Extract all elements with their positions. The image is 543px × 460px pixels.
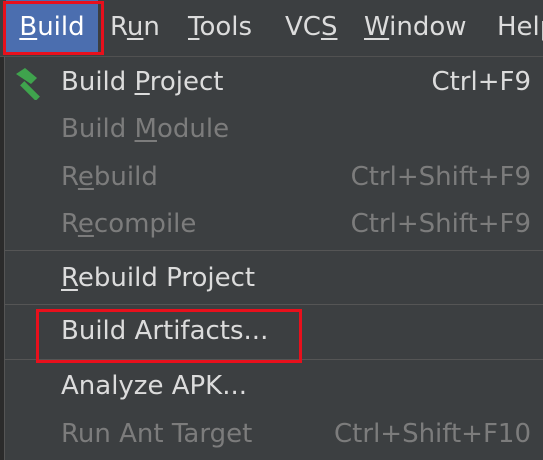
menu-item-label: Rebuild [61,154,158,200]
menu-build-mnemonic: B [19,12,38,42]
menu-item-rebuild: Rebuild Ctrl+Shift+F9 [5,154,543,200]
menu-separator [5,250,543,251]
menu-bar: Build Run Tools VCS Window Help [0,0,543,57]
menu-vcs[interactable]: VCS [285,0,337,54]
menu-item-label: Rebuild Project [61,255,255,301]
menu-window-rest: indow [389,12,467,42]
menu-item-label: Build Artifacts... [61,316,269,346]
label-pre: R [61,209,78,239]
label-pre: R [61,162,78,192]
menu-tools-mnemonic: T [188,12,200,42]
menu-item-build-project[interactable]: Build Project Ctrl+F9 [5,59,543,105]
menu-item-label: Analyze APK... [61,371,248,401]
menu-window[interactable]: Window [364,0,467,54]
hammer-icon [16,68,40,100]
label-rest: build [93,162,158,192]
menu-window-mnemonic: W [364,12,390,42]
menu-run-mnemonic: u [126,12,144,42]
menu-run[interactable]: Run [110,0,160,54]
menu-item-label: Run Ant Target [61,419,253,449]
menu-item-shortcut: Ctrl+Shift+F9 [350,209,531,239]
menu-item-shortcut: Ctrl+Shift+F9 [350,162,531,192]
menu-item-label: Build Module [61,106,229,152]
menu-tools-rest: ools [199,12,253,42]
label-mnemonic: M [134,114,157,144]
menu-item-shortcut: Ctrl+Shift+F10 [334,419,531,449]
menu-vcs-pre: VC [285,12,321,42]
menu-item-analyze-apk[interactable]: Analyze APK... [5,363,543,409]
label-pre: Build [61,114,135,144]
menu-item-label: Recompile [61,201,196,247]
label-rest: compile [93,209,197,239]
label-pre: Build [61,67,135,97]
label-rest: ebuild Project [77,263,256,293]
menu-separator [5,359,543,360]
build-dropdown-menu: Build Project Ctrl+F9 Build Module Rebui… [4,57,543,460]
label-rest: odule [156,114,230,144]
menu-item-label: Build Project [61,59,224,105]
menu-item-recompile: Recompile Ctrl+Shift+F9 [5,201,543,247]
menu-run-pre: R [110,12,127,42]
menu-item-build-artifacts[interactable]: Build Artifacts... [5,308,543,354]
menu-item-shortcut: Ctrl+F9 [431,67,531,97]
menu-build-rest: uild [37,12,85,42]
menu-help-pre: Hel [497,12,540,42]
menu-build[interactable]: Build [6,0,98,54]
label-mnemonic: e [77,162,94,192]
menu-vcs-mnemonic: S [320,12,338,42]
menu-separator [5,304,543,305]
label-rest: roject [149,67,224,97]
menu-item-build-module: Build Module [5,106,543,152]
label-mnemonic: e [77,209,94,239]
menu-item-rebuild-project[interactable]: Rebuild Project [5,255,543,301]
menu-help[interactable]: Help [497,0,543,54]
label-mnemonic: R [61,263,78,293]
menu-run-rest: n [143,12,160,42]
label-mnemonic: P [134,67,150,97]
menu-item-run-ant-target: Run Ant Target Ctrl+Shift+F10 [5,411,543,457]
menu-tools[interactable]: Tools [188,0,252,54]
